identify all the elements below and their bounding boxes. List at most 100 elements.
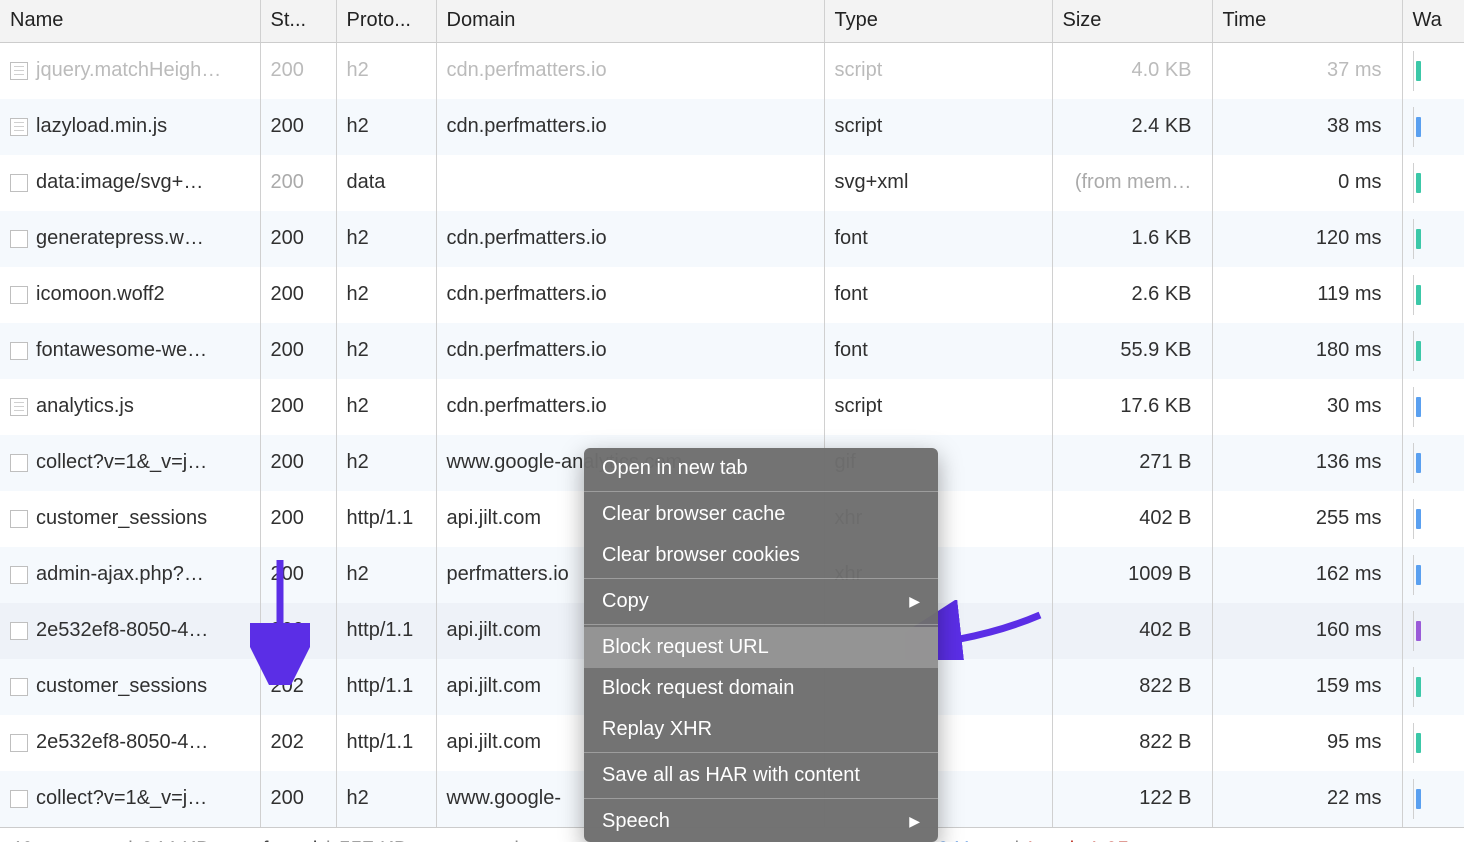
ctx-speech[interactable]: Speech▶ (584, 801, 938, 842)
column-header-waterfall[interactable]: Wa (1402, 0, 1464, 42)
ctx-copy[interactable]: Copy▶ (584, 581, 938, 622)
cell-status: 202 (260, 659, 336, 715)
file-icon (10, 510, 28, 528)
cell-size: 2.6 KB (1052, 267, 1212, 323)
ctx-replay-xhr[interactable]: Replay XHR (584, 709, 938, 750)
ctx-block-request-domain[interactable]: Block request domain (584, 668, 938, 709)
cell-size: 17.6 KB (1052, 379, 1212, 435)
cell-type: font (824, 323, 1052, 379)
cell-size: 822 B (1052, 715, 1212, 771)
ctx-clear-cache[interactable]: Clear browser cache (584, 494, 938, 535)
waterfall-bar (1416, 341, 1421, 361)
file-icon (10, 678, 28, 696)
request-name: lazyload.min.js (36, 115, 167, 137)
cell-status: 200 (260, 379, 336, 435)
ctx-save-har[interactable]: Save all as HAR with content (584, 755, 938, 796)
cell-size: 822 B (1052, 659, 1212, 715)
request-name: icomoon.woff2 (36, 283, 165, 305)
cell-domain (436, 155, 824, 211)
cell-time: 0 ms (1212, 155, 1402, 211)
table-row[interactable]: data:image/svg+…200datasvg+xml(from mem…… (0, 155, 1464, 211)
cell-time: 160 ms (1212, 603, 1402, 659)
cell-status: 200 (260, 323, 336, 379)
waterfall-bar (1416, 229, 1421, 249)
ctx-block-request-url[interactable]: Block request URL (584, 627, 938, 668)
cell-size: 1.6 KB (1052, 211, 1212, 267)
summary-requests: 40 requests (10, 838, 120, 842)
file-icon (10, 286, 28, 304)
summary-resources: 557 KB resources (339, 838, 506, 842)
file-icon (10, 734, 28, 752)
column-header-domain[interactable]: Domain (436, 0, 824, 42)
cell-waterfall (1402, 155, 1464, 211)
waterfall-bar (1416, 117, 1421, 137)
cell-protocol: h2 (336, 323, 436, 379)
column-header-name[interactable]: Name (0, 0, 260, 42)
request-name: customer_sessions (36, 675, 207, 697)
waterfall-bar (1416, 565, 1421, 585)
table-row[interactable]: lazyload.min.js200h2cdn.perfmatters.iosc… (0, 99, 1464, 155)
column-header-time[interactable]: Time (1212, 0, 1402, 42)
cell-time: 159 ms (1212, 659, 1402, 715)
waterfall-bar (1416, 733, 1421, 753)
table-row[interactable]: jquery.matchHeigh…200h2cdn.perfmatters.i… (0, 42, 1464, 99)
column-header-status[interactable]: St... (260, 0, 336, 42)
request-name: fontawesome-we… (36, 339, 207, 361)
cell-size: 402 B (1052, 491, 1212, 547)
cell-protocol: h2 (336, 42, 436, 99)
table-row[interactable]: fontawesome-we…200h2cdn.perfmatters.iofo… (0, 323, 1464, 379)
waterfall-bar (1416, 789, 1421, 809)
column-header-type[interactable]: Type (824, 0, 1052, 42)
cell-time: 136 ms (1212, 435, 1402, 491)
cell-waterfall (1402, 491, 1464, 547)
cell-status: 200 (260, 267, 336, 323)
waterfall-bar (1416, 677, 1421, 697)
file-icon (10, 790, 28, 808)
waterfall-bar (1416, 453, 1421, 473)
script-file-icon (10, 62, 28, 80)
cell-status: 200 (260, 435, 336, 491)
cell-status: 200 (260, 155, 336, 211)
cell-waterfall (1402, 379, 1464, 435)
cell-time: 255 ms (1212, 491, 1402, 547)
cell-waterfall (1402, 267, 1464, 323)
cell-domain: cdn.perfmatters.io (436, 211, 824, 267)
cell-waterfall (1402, 211, 1464, 267)
cell-protocol: http/1.1 (336, 659, 436, 715)
column-header-size[interactable]: Size (1052, 0, 1212, 42)
cell-domain: cdn.perfmatters.io (436, 379, 824, 435)
cell-waterfall (1402, 99, 1464, 155)
file-icon (10, 566, 28, 584)
cell-status: 200 (260, 603, 336, 659)
cell-time: 162 ms (1212, 547, 1402, 603)
waterfall-bar (1416, 621, 1421, 641)
cell-protocol: h2 (336, 547, 436, 603)
cell-waterfall (1402, 659, 1464, 715)
cell-waterfall (1402, 435, 1464, 491)
summary-finish: 941 ms (937, 838, 1006, 842)
request-name: 2e532ef8-8050-4… (36, 619, 208, 641)
ctx-clear-cookies[interactable]: Clear browser cookies (584, 535, 938, 576)
request-name: collect?v=1&_v=j… (36, 787, 207, 809)
cell-time: 30 ms (1212, 379, 1402, 435)
cell-type: font (824, 267, 1052, 323)
table-row[interactable]: generatepress.w…200h2cdn.perfmatters.iof… (0, 211, 1464, 267)
cell-domain: cdn.perfmatters.io (436, 267, 824, 323)
request-name: analytics.js (36, 395, 134, 417)
ctx-open-new-tab[interactable]: Open in new tab (584, 448, 938, 489)
cell-time: 37 ms (1212, 42, 1402, 99)
cell-waterfall (1402, 323, 1464, 379)
summary-transferred: 244 KB transferred (141, 838, 317, 842)
request-name: admin-ajax.php?… (36, 563, 204, 585)
cell-size: (from mem… (1052, 155, 1212, 211)
cell-protocol: http/1.1 (336, 715, 436, 771)
cell-time: 120 ms (1212, 211, 1402, 267)
table-row[interactable]: icomoon.woff2200h2cdn.perfmatters.iofont… (0, 267, 1464, 323)
context-menu: Open in new tab Clear browser cache Clea… (584, 448, 938, 842)
file-icon (10, 174, 28, 192)
chevron-right-icon: ▶ (909, 593, 920, 610)
cell-type: script (824, 99, 1052, 155)
table-row[interactable]: analytics.js200h2cdn.perfmatters.ioscrip… (0, 379, 1464, 435)
column-header-protocol[interactable]: Proto... (336, 0, 436, 42)
cell-protocol: h2 (336, 379, 436, 435)
